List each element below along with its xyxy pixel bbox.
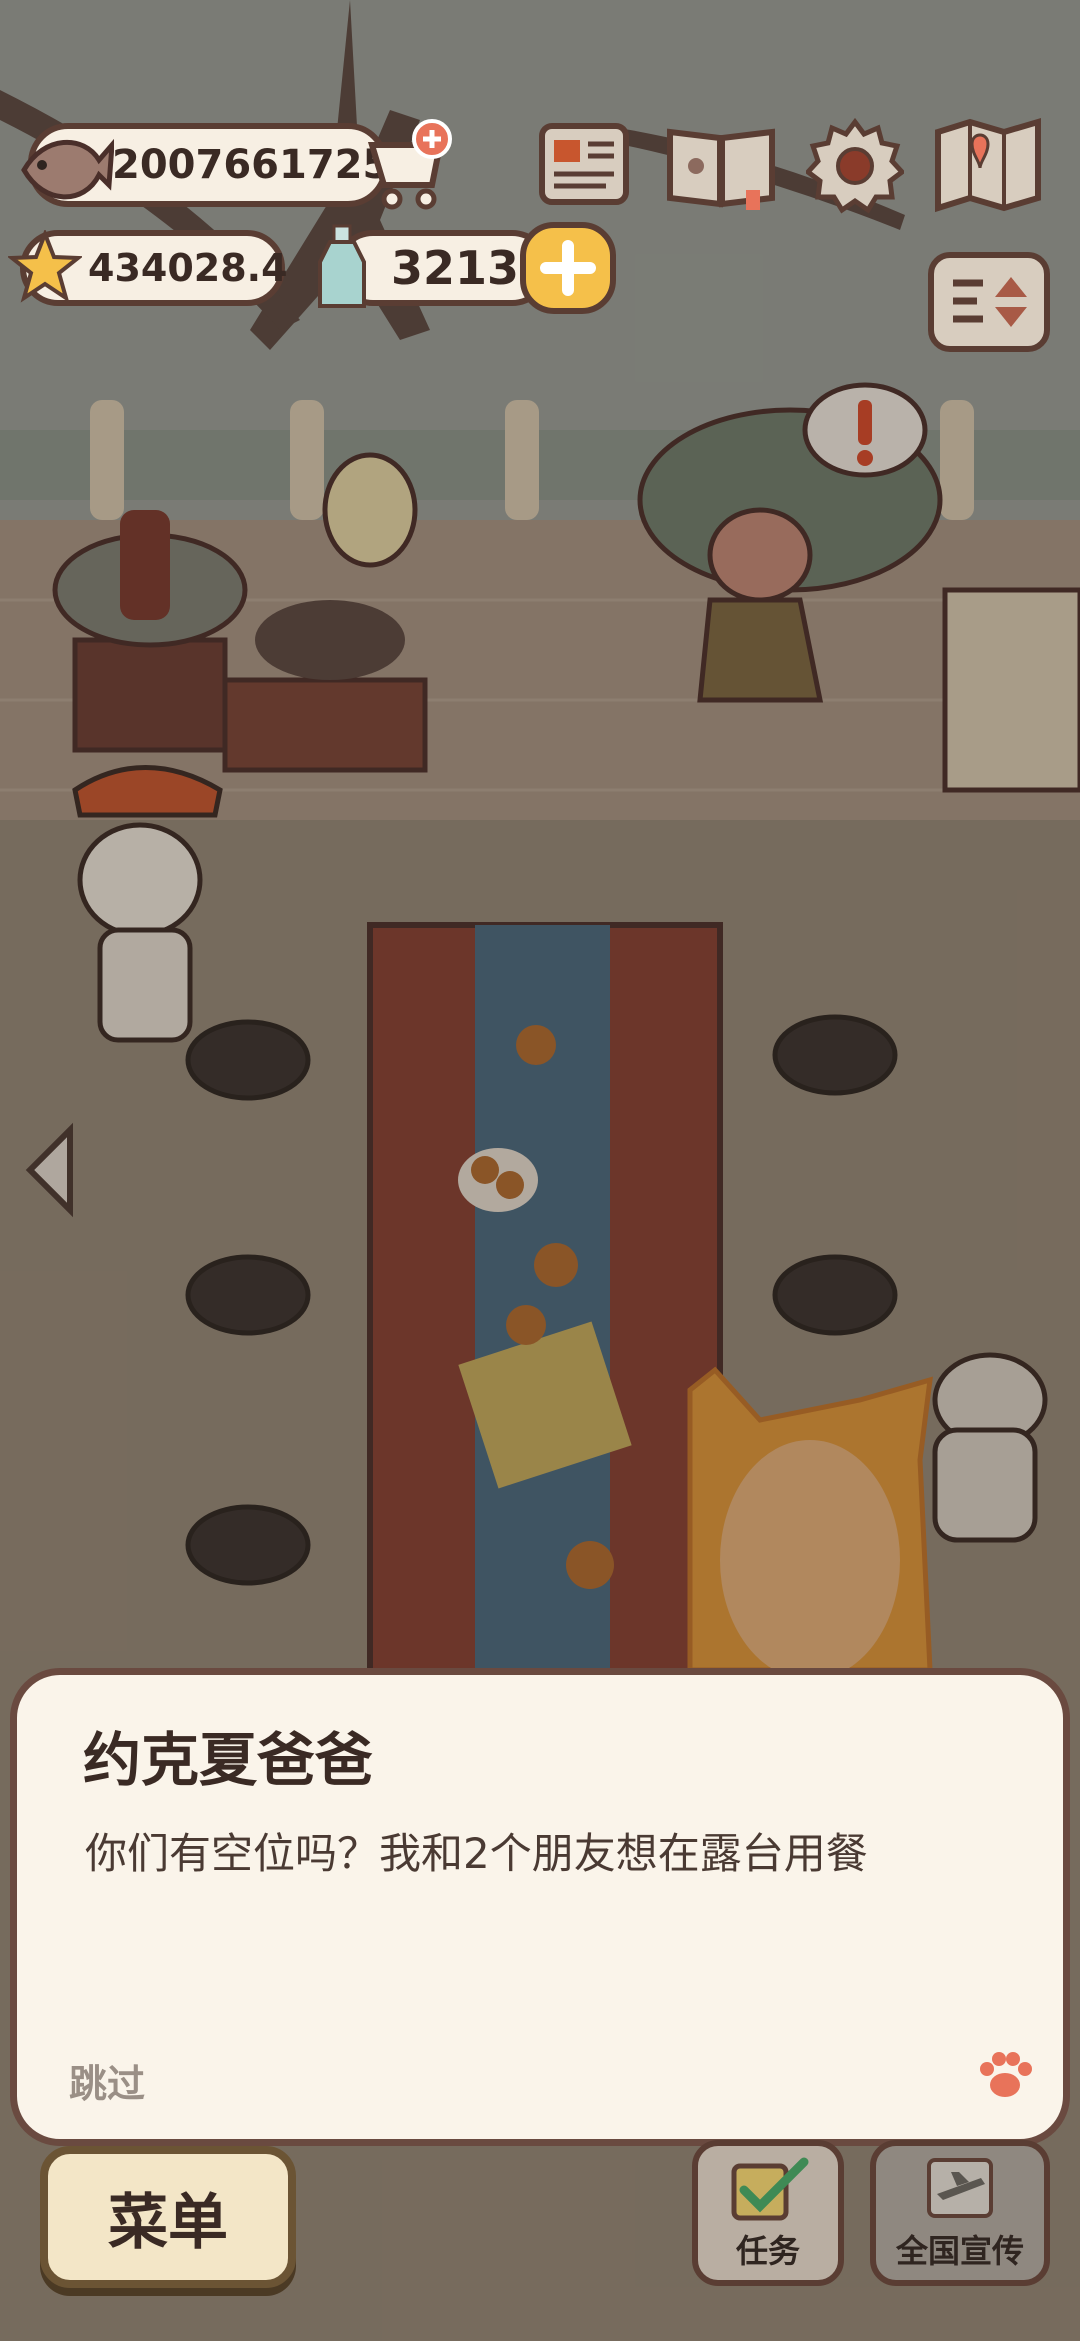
toggle-view-button[interactable] [928,252,1050,352]
checkbox-icon [731,2157,809,2221]
shop-cart-button[interactable] [360,115,460,215]
map-button[interactable] [932,116,1044,214]
national-promo-button[interactable]: 全国宣传 [870,2140,1050,2286]
promo-label: 全国宣传 [895,2232,1024,2270]
airplane-icon [927,2158,993,2218]
sort-arrows-icon [953,277,1027,327]
star-icon [8,230,82,303]
paw-icon [980,2052,1032,2097]
star-count-text: 434028.4 [88,246,288,290]
speaker-name: 约克夏爸爸 [83,1726,374,1794]
dialog-message: 你们有空位吗？我和2个朋友想在露台用餐 [85,1829,868,1878]
fish-count-text: 2007661725 [112,142,391,188]
recipe-book-button[interactable] [662,118,780,212]
bottle-count-text: 3213 [391,241,520,295]
settings-gear-icon[interactable] [806,116,904,214]
tasks-button[interactable]: 任务 [692,2140,844,2286]
tasks-label: 任务 [735,2232,800,2270]
plus-icon [540,240,596,296]
fish-icon [21,138,114,200]
customer-dialog[interactable]: 约克夏爸爸 你们有空位吗？我和2个朋友想在露台用餐 跳过 [10,1668,1070,2146]
newspaper-button[interactable] [536,120,632,210]
menu-label: 菜单 [108,2187,228,2258]
add-bottles-button[interactable] [520,222,616,314]
bottle-icon [318,224,366,308]
menu-button[interactable]: 菜单 [40,2146,296,2288]
skip-button[interactable]: 跳过 [69,2053,145,2108]
